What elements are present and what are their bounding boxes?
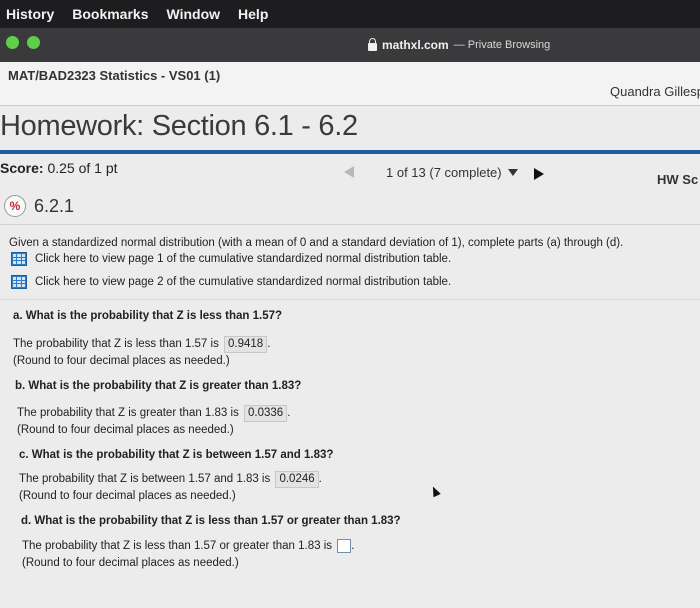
part-a-answer-prefix: The probability that Z is less than 1.57… — [13, 338, 219, 350]
caret-down-icon — [507, 169, 518, 176]
private-browsing-label: — Private Browsing — [453, 39, 551, 51]
part-d-answer-line: The probability that Z is less than 1.57… — [22, 538, 355, 553]
score-label: Score: — [0, 160, 44, 176]
part-c-answer-block: The probability that Z is between 1.57 a… — [19, 471, 322, 505]
table-link-text[interactable]: Click here to view page 1 of the cumulat… — [35, 253, 451, 265]
question-intro: Given a standardized normal distribution… — [9, 237, 624, 249]
part-a-question: a. What is the probability that Z is les… — [13, 310, 283, 322]
os-menubar: History Bookmarks Window Help — [0, 0, 700, 28]
window-button[interactable] — [6, 36, 19, 49]
lock-icon — [368, 37, 377, 51]
user-name[interactable]: Quandra Gillesp — [610, 84, 700, 99]
partial-credit-icon: % — [4, 195, 26, 217]
score-value: 0.25 of 1 pt — [47, 160, 118, 176]
part-b-question: b. What is the probability that Z is gre… — [15, 380, 302, 392]
prev-arrow-icon[interactable] — [344, 166, 354, 178]
table-link-page-1[interactable]: Click here to view page 1 of the cumulat… — [11, 252, 451, 266]
part-b-answer-prefix: The probability that Z is greater than 1… — [17, 407, 239, 419]
table-icon — [11, 252, 27, 266]
hw-score-label: HW Sc — [657, 172, 699, 187]
course-header: MAT/BAD2323 Statistics - VS01 (1) Quandr… — [0, 62, 700, 106]
part-a-answer-block: The probability that Z is less than 1.57… — [13, 336, 270, 370]
score-row: Score: 0.25 of 1 pt 1 of 13 (7 complete)… — [0, 158, 700, 190]
part-d-question: d. What is the probability that Z is les… — [21, 515, 401, 527]
part-c-round-note: (Round to four decimal places as needed.… — [19, 490, 236, 502]
question-progress-dropdown[interactable]: 1 of 13 (7 complete) — [386, 165, 518, 180]
next-arrow-icon[interactable] — [534, 168, 544, 180]
part-c-answer-line: The probability that Z is between 1.57 a… — [19, 471, 322, 488]
progress-text: 1 of 13 (7 complete) — [386, 165, 502, 180]
divider — [0, 299, 700, 300]
part-b-answer-line: The probability that Z is greater than 1… — [17, 405, 290, 422]
part-b-answer-block: The probability that Z is greater than 1… — [17, 405, 290, 439]
part-a-answer-field[interactable]: 0.9418 — [224, 336, 268, 353]
table-link-text[interactable]: Click here to view page 2 of the cumulat… — [35, 276, 451, 288]
part-a-round-note: (Round to four decimal places as needed.… — [13, 355, 230, 367]
part-d-answer-field[interactable] — [337, 538, 352, 553]
question-number: 6.2.1 — [34, 195, 75, 216]
part-d-answer-block: The probability that Z is less than 1.57… — [22, 538, 354, 572]
page-title: Homework: Section 6.1 - 6.2 — [0, 110, 358, 142]
window-controls — [6, 36, 40, 49]
part-b-round-note: (Round to four decimal places as needed.… — [17, 424, 234, 436]
part-c-answer-field[interactable]: 0.0246 — [275, 471, 319, 488]
question-header: % 6.2.1 — [0, 192, 74, 220]
menu-bookmarks[interactable]: Bookmarks — [72, 6, 148, 22]
part-c-answer-prefix: The probability that Z is between 1.57 a… — [19, 473, 271, 485]
part-a-answer-line: The probability that Z is less than 1.57… — [13, 336, 270, 353]
divider — [0, 224, 700, 225]
menu-history[interactable]: History — [6, 6, 54, 22]
part-b-answer-field[interactable]: 0.0336 — [244, 405, 288, 422]
course-title[interactable]: MAT/BAD2323 Statistics - VS01 (1) — [8, 68, 220, 83]
table-icon — [11, 275, 27, 289]
menu-help[interactable]: Help — [238, 6, 268, 22]
browser-titlebar: mathxl.com — Private Browsing — [0, 28, 700, 62]
address-bar[interactable]: mathxl.com — Private Browsing — [368, 37, 551, 52]
menu-window[interactable]: Window — [167, 6, 221, 22]
title-divider — [0, 150, 700, 154]
window-button[interactable] — [27, 36, 40, 49]
part-d-answer-prefix: The probability that Z is less than 1.57… — [22, 540, 333, 552]
domain-text: mathxl.com — [382, 38, 449, 52]
score-display: Score: 0.25 of 1 pt — [0, 160, 118, 176]
part-c-question: c. What is the probability that Z is bet… — [19, 449, 334, 461]
part-d-round-note: (Round to four decimal places as needed.… — [22, 557, 239, 569]
mouse-cursor-icon — [429, 484, 441, 498]
table-link-page-2[interactable]: Click here to view page 2 of the cumulat… — [11, 275, 451, 289]
